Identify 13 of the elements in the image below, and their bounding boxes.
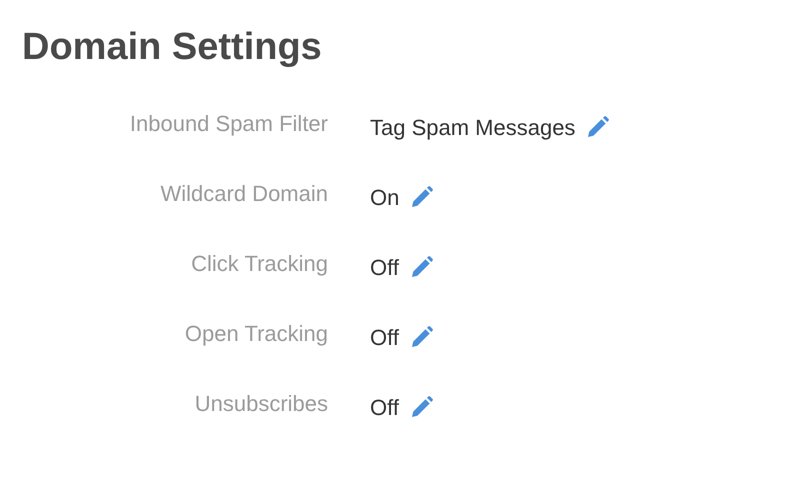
page-title: Domain Settings: [22, 26, 323, 69]
edit-icon[interactable]: [585, 116, 610, 140]
setting-value: Off: [370, 254, 399, 282]
setting-value: Off: [370, 324, 399, 352]
setting-label: Click Tracking: [190, 250, 328, 278]
setting-label: Wildcard Domain: [160, 180, 328, 208]
setting-value: On: [370, 184, 400, 212]
setting-value: Off: [370, 394, 399, 422]
edit-icon[interactable]: [409, 186, 434, 210]
setting-label: Inbound Spam Filter: [128, 110, 328, 138]
setting-label: Unsubscribes: [194, 390, 328, 418]
setting-value: Tag Spam Messages: [370, 114, 576, 142]
setting-label: Open Tracking: [184, 320, 328, 348]
